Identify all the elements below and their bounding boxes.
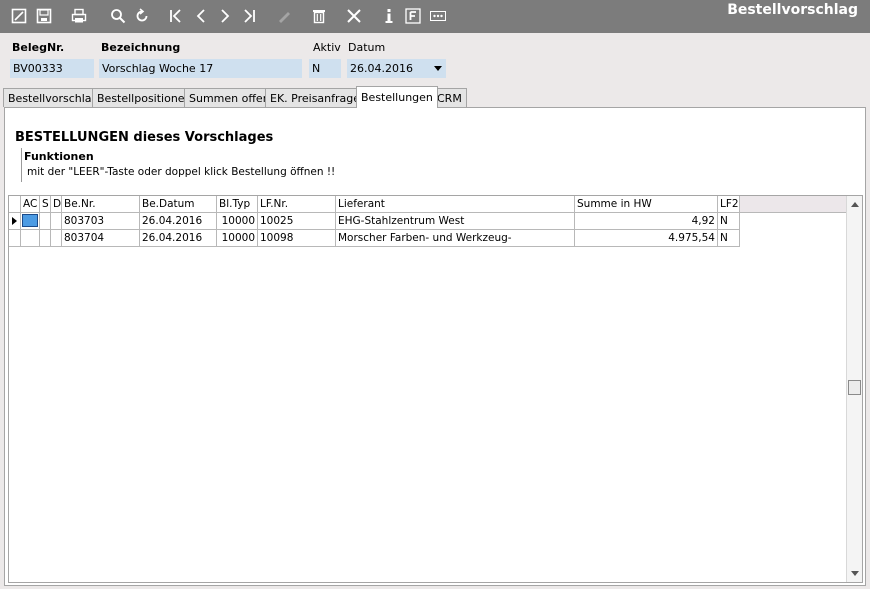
scroll-up-icon[interactable] [851,202,859,207]
save-icon[interactable] [35,6,53,25]
column-header-filler [740,196,847,213]
aktiv-label: Aktiv [313,41,341,54]
column-header-ac[interactable]: AC [21,196,40,213]
cell-summe[interactable]: 4.975,54 [575,230,718,247]
cell-lf-nr[interactable]: 10098 [258,230,336,247]
cell-ac[interactable] [21,230,40,247]
column-header-lf-nr[interactable]: LF.Nr. [258,196,336,213]
search-icon[interactable] [109,6,127,25]
toolbar: Bestellvorschlag [0,0,870,33]
tab-bestellungen[interactable]: Bestellungen [356,86,438,108]
header-indicator [9,196,21,213]
chevron-down-icon[interactable] [434,66,442,71]
cell-d[interactable] [51,213,62,230]
cell-summe[interactable]: 4,92 [575,213,718,230]
info-icon[interactable] [380,6,398,25]
column-header-lieferant[interactable]: Lieferant [336,196,575,213]
row-indicator [9,230,21,247]
cell-lf2[interactable]: N [718,230,740,247]
column-header-be-datum[interactable]: Be.Datum [140,196,217,213]
functions-text: mit der "LEER"-Taste oder doppel klick B… [27,166,336,178]
cell-lf-nr[interactable]: 10025 [258,213,336,230]
orders-grid[interactable]: AC S D Be.Nr. Be.Datum Bl.Typ LF.Nr. Lie… [8,195,863,583]
cell-s[interactable] [40,213,51,230]
close-icon[interactable] [345,6,363,25]
beleg-field[interactable]: BV00333 [10,59,94,78]
beleg-label: BelegNr. [12,41,65,54]
first-record-icon[interactable] [167,6,185,25]
tab-bestellpositionen[interactable]: Bestellpositionen [92,88,197,107]
column-header-bl-typ[interactable]: Bl.Typ [217,196,258,213]
cell-lf2[interactable]: N [718,213,740,230]
delete-icon[interactable] [310,6,328,25]
cell-be-nr[interactable]: 803704 [62,230,140,247]
bezeichnung-label: Bezeichnung [101,41,181,54]
cell-lieferant[interactable]: EHG-Stahlzentrum West [336,213,575,230]
disabled-pen-icon [275,6,293,25]
datum-label: Datum [348,41,386,54]
column-header-lf2[interactable]: LF2 [718,196,740,213]
more-icon[interactable] [429,6,447,25]
column-header-d[interactable]: D [51,196,62,213]
datum-dropdown[interactable]: 26.04.2016 [347,59,446,78]
cell-be-nr[interactable]: 803703 [62,213,140,230]
cell-s[interactable] [40,230,51,247]
tab-summen-offen[interactable]: Summen offen [184,88,275,107]
last-record-icon[interactable] [240,6,258,25]
vertical-scrollbar[interactable] [846,196,862,582]
refresh-icon[interactable] [133,6,151,25]
tab-ek-preisanfrage[interactable]: EK. Preisanfrage [265,88,366,107]
scroll-down-icon[interactable] [851,571,859,576]
cell-be-datum[interactable]: 26.04.2016 [140,213,217,230]
row-pointer-icon [12,217,17,225]
functions-title: Funktionen [24,150,94,163]
cell-d[interactable] [51,230,62,247]
cell-bl-typ[interactable]: 10000 [217,213,258,230]
row-indicator [9,213,21,230]
scroll-thumb[interactable] [848,380,861,395]
column-header-be-nr[interactable]: Be.Nr. [62,196,140,213]
column-header-summe[interactable]: Summe in HW [575,196,718,213]
edit-icon[interactable] [10,6,28,25]
tab-bestellvorschlag[interactable]: Bestellvorschlag [3,88,104,107]
section-title: BESTELLUNGEN dieses Vorschlages [15,130,274,145]
aktiv-field[interactable]: N [309,59,341,78]
previous-record-icon[interactable] [192,6,210,25]
print-icon[interactable] [70,6,88,25]
bezeichnung-field[interactable]: Vorschlag Woche 17 [99,59,302,78]
cell-lieferant[interactable]: Morscher Farben- und Werkzeug- [336,230,575,247]
ac-checkbox[interactable] [22,214,38,227]
datum-value: 26.04.2016 [350,62,413,75]
tab-panel: BESTELLUNGEN dieses Vorschlages Funktion… [4,107,866,586]
f-icon[interactable] [404,6,422,25]
next-record-icon[interactable] [216,6,234,25]
window-title: Bestellvorschlag [727,2,858,18]
column-header-s[interactable]: S [40,196,51,213]
functions-box: Funktionen mit der "LEER"-Taste oder dop… [21,148,421,182]
cell-be-datum[interactable]: 26.04.2016 [140,230,217,247]
cell-bl-typ[interactable]: 10000 [217,230,258,247]
cell-ac[interactable] [21,213,40,230]
